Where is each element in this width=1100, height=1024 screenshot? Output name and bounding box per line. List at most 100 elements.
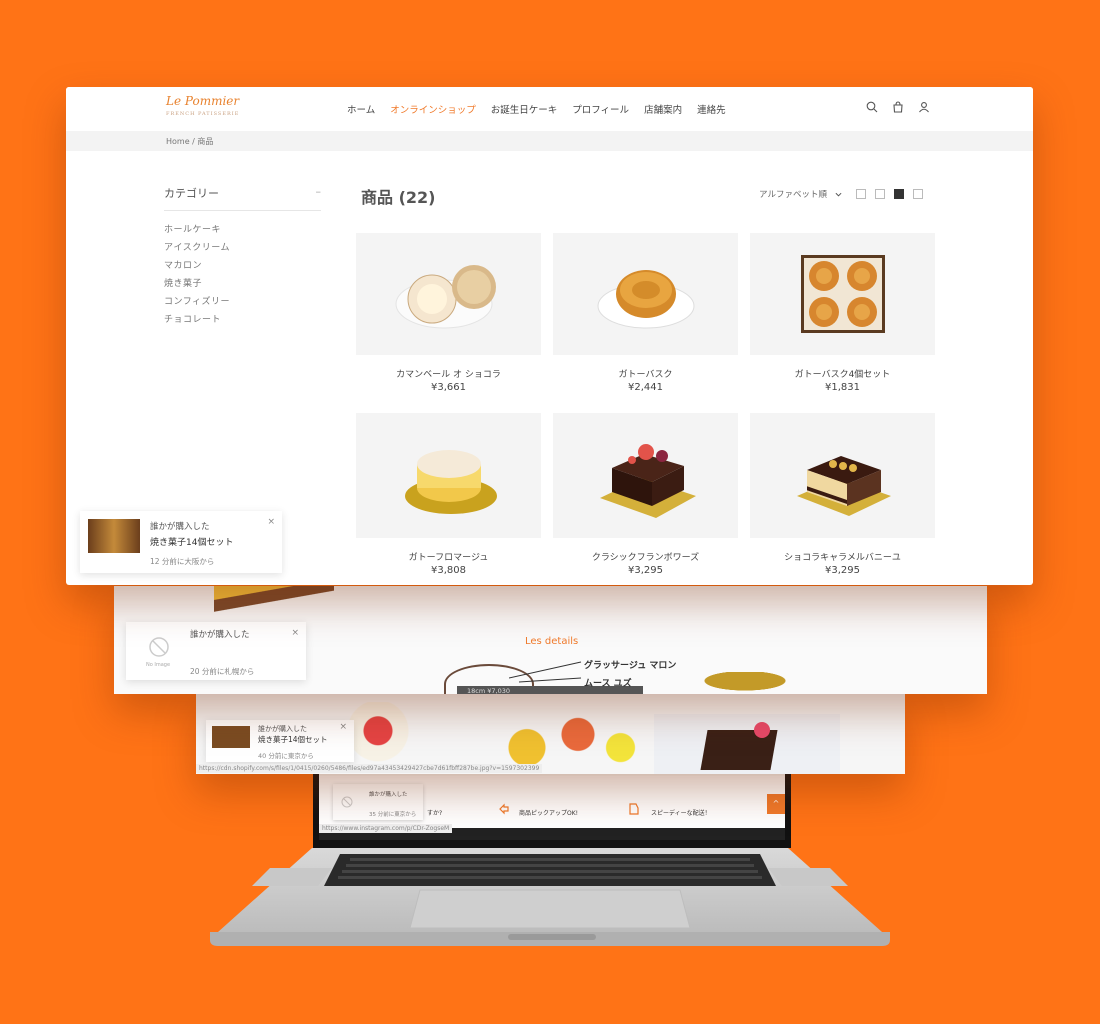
- nav-profile[interactable]: プロフィール: [572, 102, 629, 116]
- view-grid-2-icon[interactable]: [875, 189, 886, 199]
- popup-close-button[interactable]: ×: [267, 517, 275, 527]
- category-list: ホールケーキ アイスクリーム マカロン 焼き菓子 コンフィズリー チョコレート: [164, 221, 321, 329]
- popup-second-time: 20 分前に札幌から: [190, 667, 255, 676]
- view-list-large-icon[interactable]: [856, 189, 867, 199]
- popup-item: 焼き菓子14個セット: [150, 538, 234, 548]
- laptop-pickup: 商品ピックアップOK!: [519, 810, 579, 817]
- screen-layer-2: 18cm ¥7,030 Les details グラッサージュ マロン ムース …: [114, 586, 987, 694]
- popup-laptop: 誰かが購入した 35 分前に東京から: [333, 784, 423, 820]
- product-card[interactable]: ガトーバスク ¥2,441: [553, 233, 738, 393]
- delivery-icon: [629, 803, 639, 815]
- account-icon[interactable]: [918, 101, 930, 113]
- product-price: ¥2,441: [628, 382, 663, 393]
- product-image-camembert[interactable]: [356, 233, 541, 355]
- product-card[interactable]: ガトーバスク4個セット ¥1,831: [750, 233, 935, 393]
- pickup-icon: [499, 803, 509, 815]
- category-sidebar: カテゴリー – ホールケーキ アイスクリーム マカロン 焼き菓子 コンフィズリー…: [164, 185, 321, 329]
- purchase-popup[interactable]: 誰かが購入した 焼き菓子14個セット 12 分前に大阪から ×: [80, 511, 282, 573]
- product-image-gateau-basque[interactable]: [553, 233, 738, 355]
- screen-main: Le Pommier FRENCH PATISSERIE ホーム オンラインショ…: [66, 87, 1033, 585]
- chevron-down-icon[interactable]: [835, 191, 842, 198]
- page-title: 商品 (22): [361, 188, 436, 207]
- popup-laptop-title: 誰かが購入した: [369, 792, 408, 798]
- product-card[interactable]: クラシックフランボワーズ ¥3,295: [553, 413, 738, 576]
- product-name[interactable]: クラシックフランボワーズ: [553, 550, 738, 563]
- product-image-gateau-fromage[interactable]: [356, 413, 541, 538]
- popup-time: 12 分前に大阪から: [150, 557, 215, 566]
- product-card[interactable]: ショコラキャラメルバニーユ ¥3,295: [750, 413, 935, 576]
- popup-second-close-button[interactable]: ×: [291, 628, 299, 638]
- site-header: Le Pommier FRENCH PATISSERIE ホーム オンラインショ…: [66, 87, 1033, 131]
- main-nav: ホーム オンラインショップ お誕生日ケーキ プロフィール 店舗案内 連絡先: [347, 102, 726, 116]
- scroll-top-button[interactable]: ^: [767, 794, 785, 814]
- popup-third-item: 焼き菓子14個セット: [258, 735, 328, 744]
- product-card[interactable]: ガトーフロマージュ ¥3,808: [356, 413, 541, 576]
- search-icon[interactable]: [866, 101, 878, 113]
- category-ice-cream[interactable]: アイスクリーム: [164, 239, 321, 257]
- purchase-popup-third[interactable]: 誰かが購入した 焼き菓子14個セット 40 分前に東京から ×: [206, 720, 354, 762]
- category-title[interactable]: カテゴリー –: [164, 185, 321, 211]
- category-confiserie[interactable]: コンフィズリー: [164, 293, 321, 311]
- no-image-label: No Image: [146, 662, 171, 668]
- product-price: ¥3,295: [628, 565, 663, 576]
- view-list-icon[interactable]: [913, 189, 924, 199]
- popup-third-close-button[interactable]: ×: [339, 722, 347, 732]
- laptop-screen-content: 誰かが購入した 35 分前に東京から すか? 商品ピックアップOK! スピーディ…: [319, 764, 785, 840]
- detail-label-glacage: グラッサージュ マロン: [584, 661, 677, 671]
- nav-home[interactable]: ホーム: [347, 102, 375, 116]
- product-image-chocolat-caramel[interactable]: [750, 413, 935, 538]
- category-chocolate[interactable]: チョコレート: [164, 311, 321, 329]
- nav-contact[interactable]: 連絡先: [697, 102, 726, 116]
- nav-birthday-cake[interactable]: お誕生日ケーキ: [491, 102, 558, 116]
- product-price: ¥3,808: [431, 565, 466, 576]
- no-image-icon: [341, 796, 353, 808]
- nav-store-info[interactable]: 店舗案内: [644, 102, 682, 116]
- sort-select[interactable]: アルファベット順: [759, 188, 827, 200]
- view-toggle: [856, 189, 924, 199]
- popup-third-time: 40 分前に東京から: [258, 752, 314, 760]
- popup-laptop-time: 35 分前に東京から: [369, 812, 417, 818]
- popup-second-title: 誰かが購入した: [190, 630, 250, 640]
- laptop-question: すか?: [427, 810, 443, 817]
- detail-lines: [509, 661, 582, 683]
- product-image-classic-framboise[interactable]: [553, 413, 738, 538]
- collapse-icon[interactable]: –: [316, 185, 322, 201]
- purchase-popup-second[interactable]: No Image 誰かが購入した 20 分前に札幌から ×: [126, 622, 306, 680]
- popup-title: 誰かが購入した: [150, 522, 210, 532]
- detail-label-mousse: ムース ユズ: [584, 679, 632, 689]
- details-heading: Les details: [525, 636, 579, 647]
- screen-layer-3: 誰かが購入した 焼き菓子14個セット 40 分前に東京から × https://…: [196, 694, 905, 774]
- product-price: ¥3,295: [825, 565, 860, 576]
- tart-image: [690, 672, 800, 694]
- laptop-status-url: https://www.instagram.com/p/CDr-ZogseM: [319, 824, 453, 833]
- laptop-delivery: スピーディーな配送！: [651, 810, 711, 817]
- product-name[interactable]: ガトーバスク4個セット: [750, 367, 935, 380]
- popup-third-title: 誰かが購入した: [258, 725, 307, 733]
- cart-icon[interactable]: [892, 101, 904, 113]
- sort-controls: アルファベット順: [759, 188, 924, 200]
- header-icons: [866, 101, 930, 113]
- product-image-gateau-basque-set[interactable]: [750, 233, 935, 355]
- product-price: ¥1,831: [825, 382, 860, 393]
- nav-online-shop[interactable]: オンラインショップ: [390, 102, 476, 116]
- status-url: https://cdn.shopify.com/s/files/1/0415/0…: [196, 764, 543, 773]
- site-logo-sub: FRENCH PATISSERIE: [166, 111, 240, 117]
- product-price: ¥3,661: [431, 382, 466, 393]
- popup-third-thumbnail: [212, 726, 250, 748]
- view-grid-3-icon[interactable]: [894, 189, 905, 199]
- category-macaron[interactable]: マカロン: [164, 257, 321, 275]
- product-name[interactable]: ショコラキャラメルバニーユ: [750, 550, 935, 563]
- laptop-base: [210, 848, 890, 946]
- category-whole-cake[interactable]: ホールケーキ: [164, 221, 321, 239]
- breadcrumb: Home / 商品: [66, 131, 1033, 151]
- cake-slice-image: [214, 586, 334, 614]
- product-card[interactable]: カマンベール オ ショコラ ¥3,661: [356, 233, 541, 393]
- product-name[interactable]: ガトーフロマージュ: [356, 550, 541, 563]
- product-name[interactable]: カマンベール オ ショコラ: [356, 367, 541, 380]
- chocolate-cake-image: [654, 714, 840, 774]
- category-baked-goods[interactable]: 焼き菓子: [164, 275, 321, 293]
- product-name[interactable]: ガトーバスク: [553, 367, 738, 380]
- product-grid: カマンベール オ ショコラ ¥3,661 ガトーバスク ¥2,441 ガトーバス…: [356, 233, 946, 576]
- popup-thumbnail: [88, 519, 140, 553]
- site-logo[interactable]: Le Pommier FRENCH PATISSERIE: [166, 94, 240, 121]
